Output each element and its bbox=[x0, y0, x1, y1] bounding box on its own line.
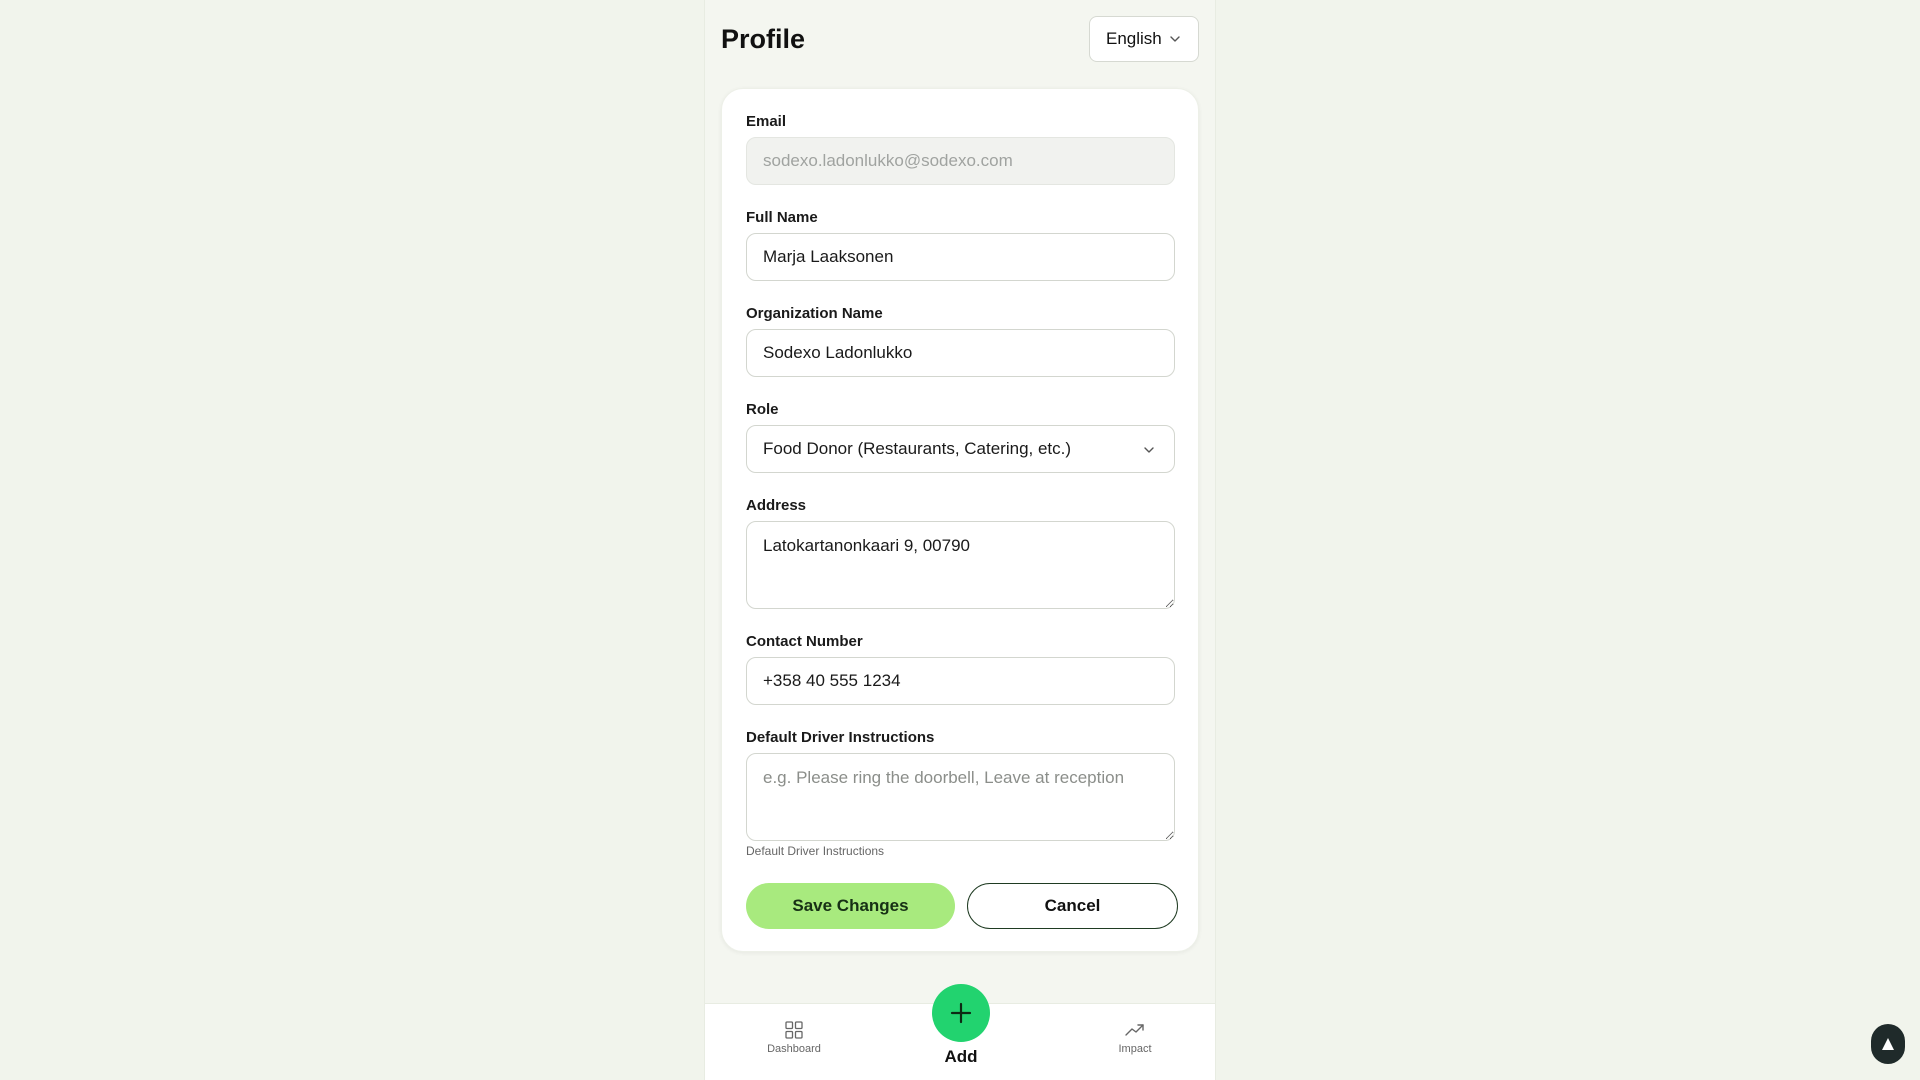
nav-label-impact: Impact bbox=[1118, 1043, 1152, 1055]
email-field: sodexo.ladonlukko@sodexo.com bbox=[746, 137, 1175, 185]
trending-up-icon bbox=[1125, 1024, 1144, 1036]
chevron-down-icon bbox=[1170, 36, 1180, 42]
nav-label-dashboard: Dashboard bbox=[767, 1043, 821, 1055]
driver-instructions-hint: Default Driver Instructions bbox=[746, 844, 885, 858]
contact-number-label: Contact Number bbox=[746, 633, 863, 650]
language-select[interactable]: English bbox=[1089, 16, 1199, 62]
driver-instructions-field[interactable] bbox=[746, 753, 1175, 841]
save-changes-button[interactable]: Save Changes bbox=[746, 883, 955, 929]
role-select[interactable]: Food Donor (Restaurants, Catering, etc.) bbox=[746, 425, 1175, 473]
chevron-down-icon bbox=[1144, 447, 1154, 453]
plus-icon bbox=[950, 1002, 972, 1024]
page-title: Profile bbox=[721, 24, 806, 54]
role-label: Role bbox=[746, 401, 779, 418]
email-label: Email bbox=[746, 113, 787, 130]
add-button[interactable] bbox=[932, 984, 990, 1042]
nav-item-impact[interactable]: Impact bbox=[1095, 1020, 1175, 1055]
cancel-button[interactable]: Cancel bbox=[967, 883, 1178, 929]
address-field[interactable]: Latokartanonkaari 9, 00790 bbox=[746, 521, 1175, 609]
add-label: Add bbox=[944, 1047, 978, 1066]
address-label: Address bbox=[746, 497, 807, 514]
app-frame: Profile English Email sodexo.ladonlukko@… bbox=[704, 0, 1216, 1080]
organization-name-field[interactable] bbox=[746, 329, 1175, 377]
language-select-value: English bbox=[1106, 29, 1162, 48]
page-header: Profile English bbox=[721, 16, 1199, 64]
organization-name-label: Organization Name bbox=[746, 305, 883, 322]
role-select-value: Food Donor (Restaurants, Catering, etc.) bbox=[763, 439, 1072, 458]
triangle-up-icon bbox=[1882, 1038, 1894, 1050]
scroll-to-top-button[interactable] bbox=[1871, 1024, 1905, 1064]
full-name-field[interactable] bbox=[746, 233, 1175, 281]
profile-form-card: Email sodexo.ladonlukko@sodexo.com Full … bbox=[721, 88, 1199, 952]
contact-number-field[interactable] bbox=[746, 657, 1175, 705]
full-name-label: Full Name bbox=[746, 209, 818, 226]
grid-icon bbox=[785, 1021, 803, 1039]
driver-instructions-label: Default Driver Instructions bbox=[746, 729, 935, 746]
nav-item-dashboard[interactable]: Dashboard bbox=[754, 1020, 834, 1055]
